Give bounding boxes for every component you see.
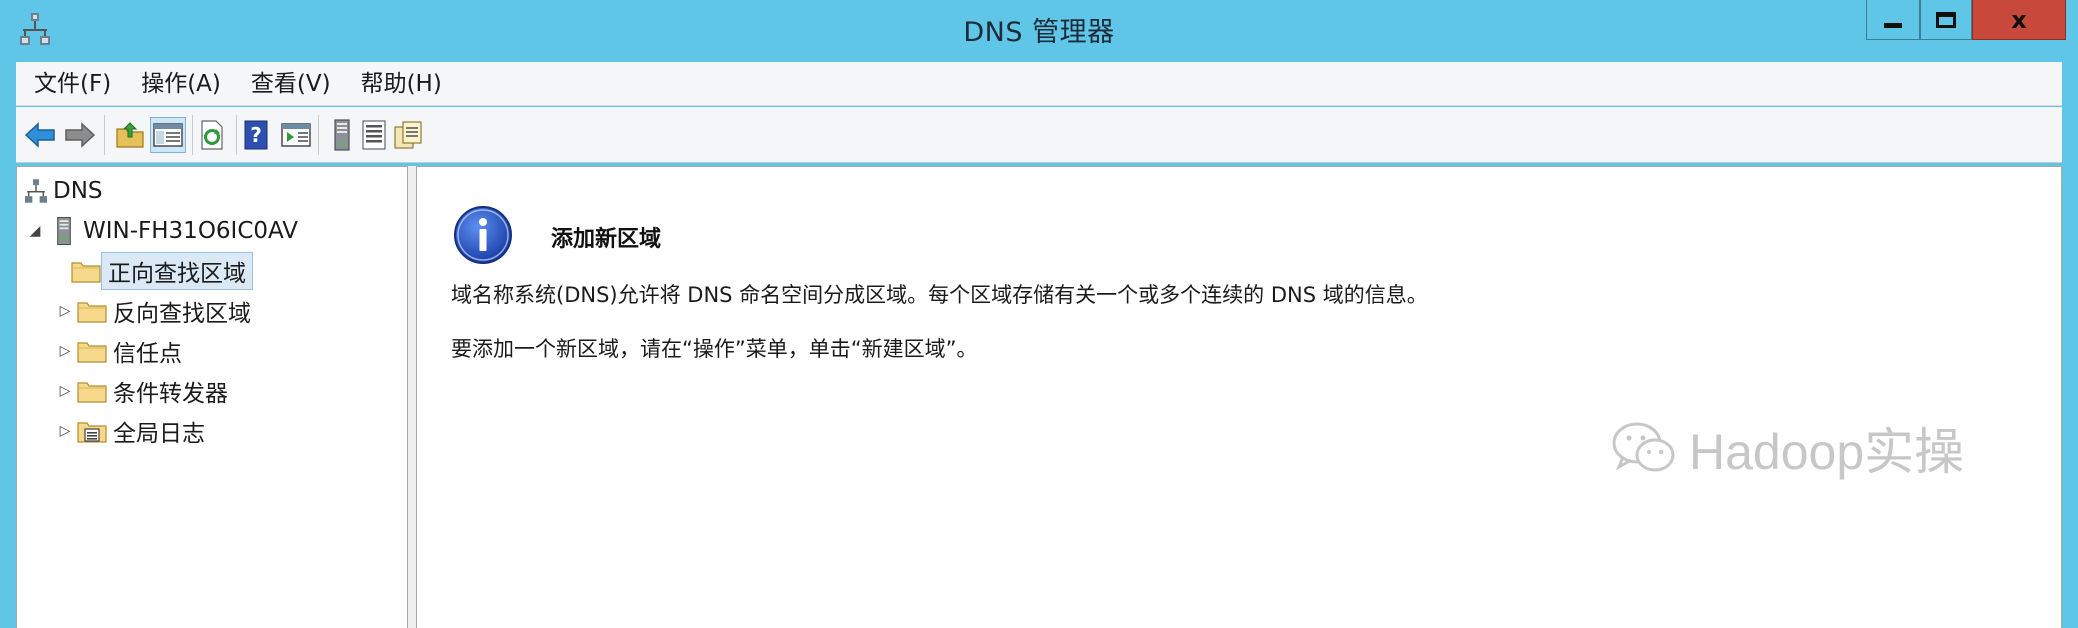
help-button[interactable]: ?	[238, 117, 274, 153]
menu-bar: 文件(F) 操作(A) 查看(V) 帮助(H)	[16, 62, 2062, 106]
tree-label-forward-lookup-zones: 正向查找区域	[101, 252, 253, 290]
window-title: DNS 管理器	[963, 17, 1115, 48]
dns-root-icon	[25, 179, 47, 203]
folder-icon	[71, 262, 101, 283]
show-action-pane-button[interactable]	[278, 117, 314, 153]
server-icon	[57, 216, 71, 246]
tree-item-dns-root[interactable]: DNS	[25, 173, 109, 209]
tree-item-conditional-forwarders[interactable]: ▷ 条件转发器	[57, 373, 234, 409]
help-icon: ?	[244, 120, 268, 150]
server-button[interactable]	[324, 117, 360, 153]
folder-icon	[77, 302, 107, 323]
forward-arrow-icon	[65, 122, 96, 148]
server-icon	[334, 119, 350, 151]
menu-help[interactable]: 帮助(H)	[343, 62, 454, 106]
back-button[interactable]	[22, 117, 58, 153]
dns-manager-window: DNS 管理器 x 文件(F) 操作(A) 查看(V) 帮助(H) ? DNS …	[0, 0, 2078, 628]
tree-label-trust-points: 信任点	[113, 341, 182, 367]
show-hide-console-tree-icon	[153, 123, 183, 147]
detail-view-button[interactable]	[390, 117, 426, 153]
tree-label-conditional-forwarders: 条件转发器	[113, 381, 228, 407]
watermark: Hadoop实操	[1611, 412, 1964, 484]
minimize-button[interactable]	[1866, 0, 1920, 40]
detail-view-icon	[394, 121, 422, 149]
title-bar[interactable]: DNS 管理器 x	[0, 0, 2078, 56]
tree-label-reverse-lookup-zones: 反向查找区域	[113, 301, 251, 327]
details-pane: 添加新区域 域名称系统(DNS)允许将 DNS 命名空间分成区域。每个区域存储有…	[416, 166, 2062, 628]
maximize-button[interactable]	[1920, 0, 1972, 40]
maximize-icon	[1936, 11, 1956, 28]
show-hide-console-tree-button[interactable]	[150, 117, 186, 153]
action-pane-icon	[281, 123, 311, 147]
svg-text:?: ?	[250, 123, 262, 147]
menu-view[interactable]: 查看(V)	[233, 62, 343, 106]
content-heading: 添加新区域	[551, 227, 662, 252]
close-button[interactable]: x	[1972, 0, 2066, 40]
forward-button[interactable]	[62, 117, 98, 153]
collapse-icon[interactable]: ◢	[27, 221, 43, 241]
wechat-icon	[1612, 422, 1675, 472]
tree-label-global-logs: 全局日志	[113, 421, 205, 447]
minimize-icon	[1884, 23, 1902, 28]
info-icon	[454, 206, 512, 264]
event-log-icon	[77, 422, 107, 443]
refresh-button[interactable]	[194, 117, 230, 153]
expand-icon[interactable]: ▷	[57, 341, 73, 361]
menu-action[interactable]: 操作(A)	[123, 62, 233, 106]
tree-item-forward-lookup-zones[interactable]: 正向查找区域	[71, 252, 253, 290]
watermark-text: Hadoop实操	[1689, 424, 1965, 480]
up-folder-icon	[116, 122, 144, 148]
list-view-icon	[362, 120, 386, 150]
menu-file[interactable]: 文件(F)	[16, 62, 123, 106]
toolbar-separator	[192, 115, 193, 155]
refresh-icon	[201, 120, 223, 150]
expand-icon[interactable]: ▷	[57, 421, 73, 441]
toolbar-separator	[236, 115, 237, 155]
window-right-edge	[2062, 166, 2078, 628]
expand-icon[interactable]: ▷	[57, 301, 73, 321]
toolbar-separator	[318, 115, 319, 155]
description-line-1: 域名称系统(DNS)允许将 DNS 命名空间分成区域。每个区域存储有关一个或多个…	[451, 283, 1428, 307]
folder-icon	[77, 382, 107, 403]
tree-item-global-logs[interactable]: ▷ 全局日志	[57, 413, 211, 449]
toolbar-separator	[104, 115, 105, 155]
tree-label-server: WIN-FH31O6IC0AV	[83, 218, 299, 244]
tree-label-dns: DNS	[53, 178, 103, 204]
folder-icon	[77, 342, 107, 363]
toolbar: ?	[16, 107, 2062, 163]
tree-item-reverse-lookup-zones[interactable]: ▷ 反向查找区域	[57, 293, 257, 329]
list-view-button[interactable]	[356, 117, 392, 153]
tree-item-trust-points[interactable]: ▷ 信任点	[57, 333, 188, 369]
console-tree-pane[interactable]: DNS ◢ WIN-FH31O6IC0AV 正向查找区域 ▷ 反向查找区域 ▷ …	[16, 166, 408, 628]
up-one-level-button[interactable]	[112, 117, 148, 153]
pane-splitter[interactable]	[408, 166, 416, 628]
back-arrow-icon	[24, 122, 55, 148]
tree-item-server[interactable]: ◢ WIN-FH31O6IC0AV	[27, 213, 304, 249]
close-icon: x	[2011, 5, 2027, 34]
description-line-2: 要添加一个新区域，请在“操作”菜单，单击“新建区域”。	[451, 337, 978, 361]
expand-icon[interactable]: ▷	[57, 381, 73, 401]
